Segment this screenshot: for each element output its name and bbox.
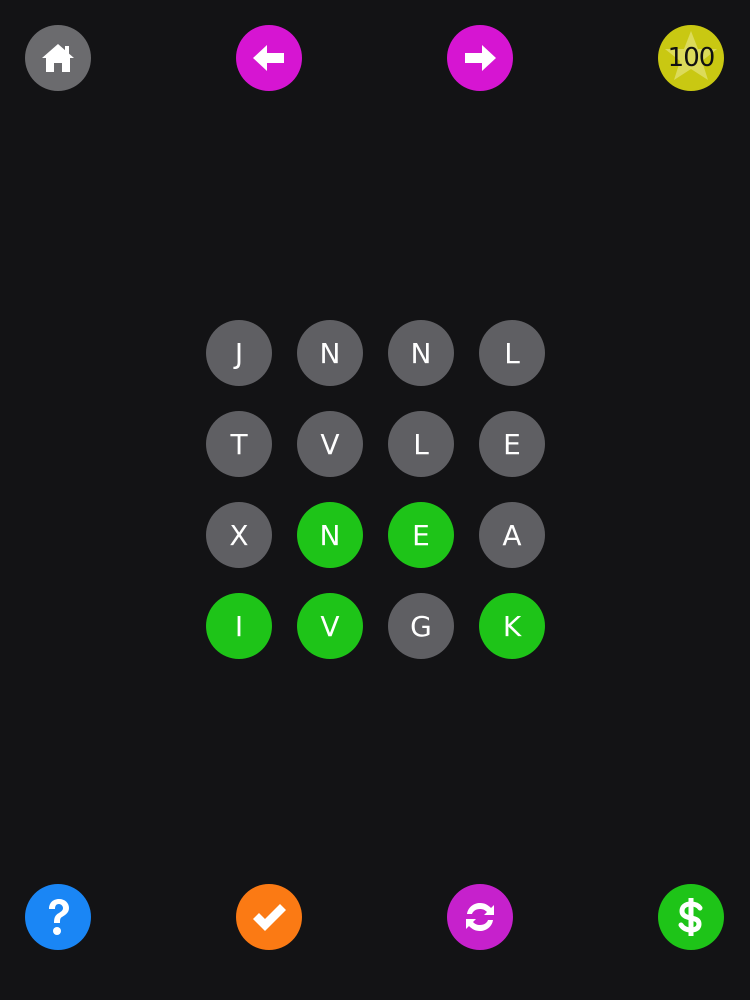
question-mark-icon xyxy=(49,899,69,935)
game-screen: 100 JNNLTVLEXNEAIVGK xyxy=(0,0,750,1000)
dollar-icon xyxy=(678,898,703,936)
previous-level-button[interactable] xyxy=(236,25,302,91)
next-level-button[interactable] xyxy=(447,25,513,91)
letter-tile[interactable]: A xyxy=(479,502,545,568)
letter-tile[interactable]: N xyxy=(297,320,363,386)
help-button[interactable] xyxy=(25,884,91,950)
letter-tile[interactable]: T xyxy=(206,411,272,477)
letter-tile[interactable]: E xyxy=(479,411,545,477)
letter-tile[interactable]: V xyxy=(297,411,363,477)
letter-tile[interactable]: N xyxy=(297,502,363,568)
letter-tile[interactable]: L xyxy=(479,320,545,386)
arrow-left-icon xyxy=(253,45,284,71)
shuffle-button[interactable] xyxy=(447,884,513,950)
buy-coins-button[interactable] xyxy=(658,884,724,950)
letter-tile[interactable]: J xyxy=(206,320,272,386)
letter-tile[interactable]: G xyxy=(388,593,454,659)
letter-tile[interactable]: X xyxy=(206,502,272,568)
refresh-icon xyxy=(466,903,494,931)
letter-grid: JNNLTVLEXNEAIVGK xyxy=(206,320,545,659)
checkmark-icon xyxy=(253,904,286,931)
arrow-right-icon xyxy=(465,45,496,71)
letter-tile[interactable]: N xyxy=(388,320,454,386)
letter-tile[interactable]: I xyxy=(206,593,272,659)
letter-tile[interactable]: K xyxy=(479,593,545,659)
letter-tile[interactable]: V xyxy=(297,593,363,659)
letter-tile[interactable]: L xyxy=(388,411,454,477)
coins-count: 100 xyxy=(667,43,716,73)
house-icon xyxy=(42,44,74,72)
home-button[interactable] xyxy=(25,25,91,91)
coins-badge[interactable]: 100 xyxy=(658,25,724,91)
submit-word-button[interactable] xyxy=(236,884,302,950)
letter-tile[interactable]: E xyxy=(388,502,454,568)
